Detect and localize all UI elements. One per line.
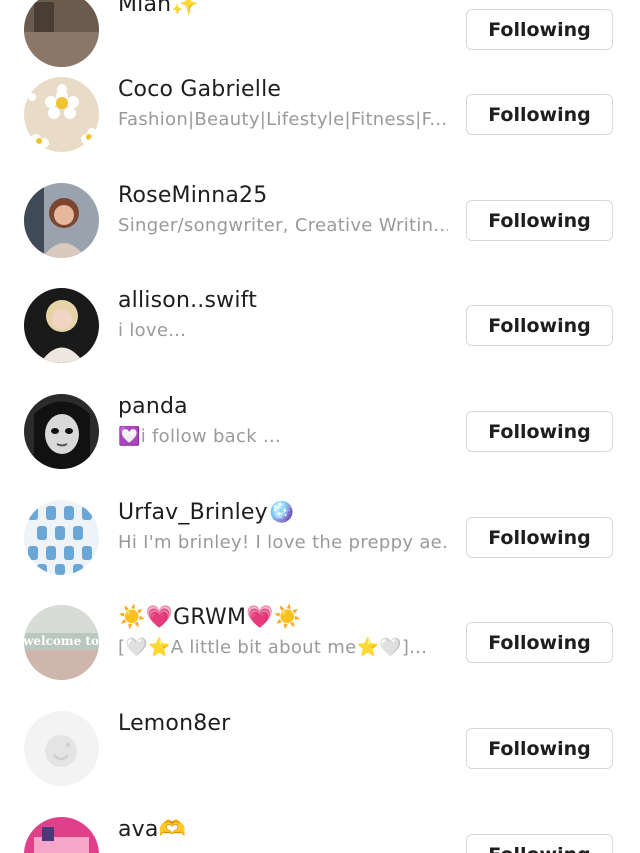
user-name[interactable]: panda [118,394,188,419]
avatar-default [24,711,99,786]
list-item[interactable]: welcome to ☀️💗GRWM💗☀️ [🤍⭐A little bit ab… [0,570,640,680]
following-button[interactable]: Following [466,94,613,135]
avatar[interactable] [24,711,99,786]
user-bio: 💟i follow back ... [118,426,282,447]
avatar-daisy [24,77,99,152]
avatar-welcome-to: welcome to [24,605,99,680]
avatar-pink-photo [24,817,99,853]
list-item[interactable]: ava🫶 Following [0,782,640,853]
user-name[interactable]: Urfav_Brinley🪩 [118,500,295,525]
following-button[interactable]: Following [466,728,613,769]
user-name[interactable]: Miah✨ [118,0,199,17]
avatar[interactable] [24,394,99,469]
following-button[interactable]: Following [466,517,613,558]
following-button[interactable]: Following [466,834,613,853]
list-item[interactable]: Coco Gabrielle Fashion|Beauty|Lifestyle|… [0,42,640,152]
list-item[interactable]: Urfav_Brinley🪩 Hi I'm brinley! I love th… [0,465,640,575]
user-bio: [🤍⭐A little bit about me⭐🤍]... [118,637,428,658]
following-button[interactable]: Following [466,200,613,241]
avatar-photo-girl [24,183,99,258]
user-name[interactable]: allison..swift [118,288,257,313]
avatar[interactable]: welcome to [24,605,99,680]
avatar-pattern [24,500,99,575]
user-bio: Fashion|Beauty|Lifestyle|Fitness|F... [118,109,448,130]
user-bio: i love... [118,320,187,341]
list-item[interactable]: panda 💟i follow back ... Following [0,359,640,469]
avatar[interactable] [24,500,99,575]
user-name[interactable]: RoseMinna25 [118,183,267,208]
list-item[interactable]: RoseMinna25 Singer/songwriter, Creative … [0,148,640,258]
user-name[interactable]: ☀️💗GRWM💗☀️ [118,605,301,630]
avatar[interactable] [24,817,99,853]
user-bio: Hi I'm brinley! I love the preppy ae... [118,532,448,553]
svg-text:welcome to: welcome to [24,634,99,648]
following-list: Miah✨ Following Coco Gabrielle Fashion|B… [0,0,640,853]
user-name[interactable]: Lemon8er [118,711,230,736]
list-item[interactable]: allison..swift i love... Following [0,253,640,363]
following-button[interactable]: Following [466,411,613,452]
user-name[interactable]: Coco Gabrielle [118,77,281,102]
avatar-photo-singer [24,288,99,363]
following-button[interactable]: Following [466,305,613,346]
avatar[interactable] [24,77,99,152]
avatar[interactable] [24,183,99,258]
user-bio: Singer/songwriter, Creative Writin... [118,215,448,236]
avatar[interactable] [24,288,99,363]
avatar-cartoon-girl [24,394,99,469]
following-button[interactable]: Following [466,622,613,663]
list-item[interactable]: Lemon8er Following [0,676,640,786]
user-name[interactable]: ava🫶 [118,817,186,842]
